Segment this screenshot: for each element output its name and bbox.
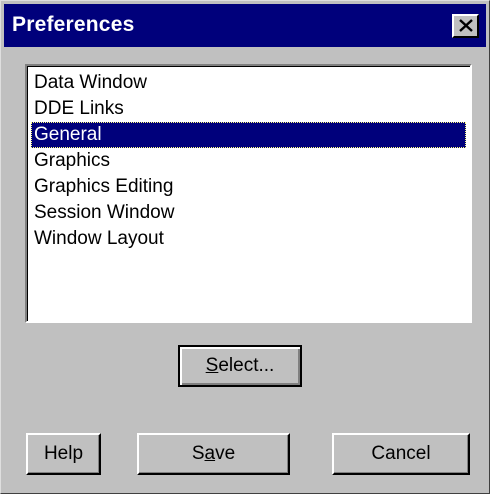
select-button[interactable]: Select... (178, 345, 302, 387)
close-icon (459, 19, 473, 32)
help-button[interactable]: Help (26, 433, 101, 475)
cancel-button-label: Cancel (371, 443, 431, 464)
list-item-data-window[interactable]: Data Window (31, 70, 466, 96)
save-label-start: S (191, 443, 205, 464)
select-button-label: Select... (180, 347, 300, 385)
select-label-rest: elect... (218, 355, 275, 376)
list-item-session-window[interactable]: Session Window (31, 200, 466, 226)
list-item-window-layout[interactable]: Window Layout (31, 226, 466, 252)
save-mnemonic: a (204, 443, 216, 464)
list-item-dde-links[interactable]: DDE Links (31, 96, 466, 122)
preferences-dialog: Preferences Data Window DDE Links Genera… (0, 0, 490, 494)
dialog-title: Preferences (12, 13, 135, 36)
list-item-graphics[interactable]: Graphics (31, 148, 466, 174)
help-button-label: Help (43, 443, 84, 464)
list-item-graphics-editing[interactable]: Graphics Editing (31, 174, 466, 200)
save-label-rest: ve (215, 443, 236, 464)
cancel-button[interactable]: Cancel (332, 433, 470, 475)
save-button[interactable]: Save (137, 433, 290, 475)
preferences-list: Data Window DDE Links General Graphics G… (31, 70, 466, 252)
preferences-listbox[interactable]: Data Window DDE Links General Graphics G… (25, 64, 472, 323)
list-item-general[interactable]: General (31, 122, 466, 148)
select-mnemonic: S (205, 355, 219, 376)
title-bar[interactable]: Preferences (4, 4, 486, 47)
save-button-label: Save (139, 435, 288, 473)
close-button[interactable] (452, 14, 479, 38)
